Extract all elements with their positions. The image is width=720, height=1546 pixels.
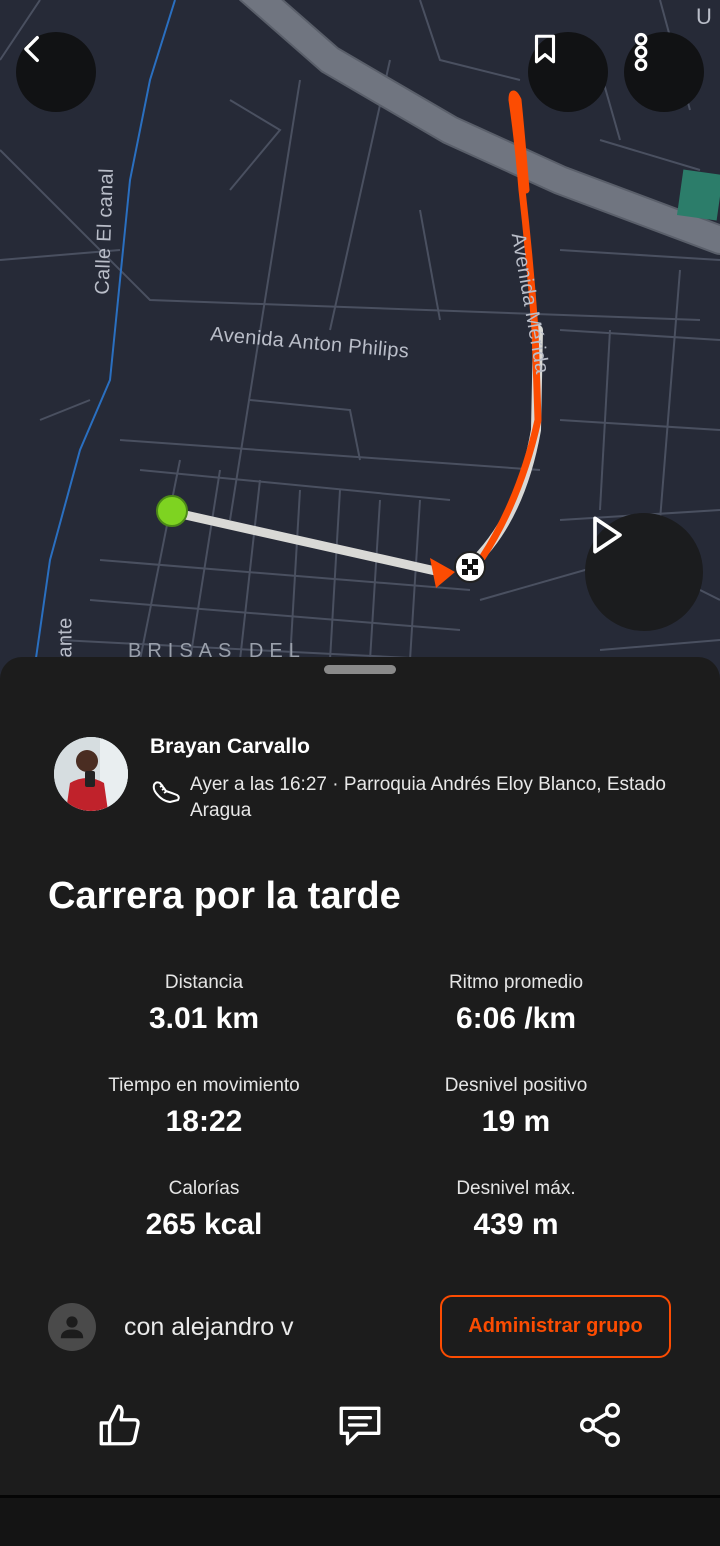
play-flyover-button[interactable] [585, 513, 703, 631]
stat-label: Desnivel máx. [456, 1178, 576, 1199]
map-label-calle-el-canal: Calle El canal [91, 167, 118, 296]
back-button[interactable] [16, 32, 96, 112]
bookmark-button[interactable] [528, 32, 608, 112]
route-map[interactable]: Calle El canal Avenida Anton Philips Ave… [0, 0, 720, 700]
stat-elevation-gain: Desnivel positivo 19 m [356, 1075, 676, 1139]
stat-value: 439 m [473, 1208, 559, 1241]
bookmark-icon [534, 34, 556, 64]
stat-value: 265 kcal [145, 1208, 263, 1241]
more-options-button[interactable] [624, 32, 704, 112]
stat-label: Calorías [168, 1178, 240, 1199]
stat-moving-time: Tiempo en movimiento 18:22 [44, 1075, 364, 1139]
activity-title: Carrera por la tarde [48, 875, 401, 917]
manage-group-button[interactable]: Administrar grupo [440, 1295, 671, 1358]
stat-distance: Distancia 3.01 km [44, 972, 364, 1036]
person-icon [60, 1316, 84, 1339]
athlete-avatar[interactable] [54, 737, 128, 811]
stat-label: Desnivel positivo [444, 1075, 588, 1096]
stat-value: 19 m [481, 1105, 551, 1138]
map-label-ante: ante [54, 617, 77, 658]
running-shoe-icon [152, 781, 180, 803]
stat-avg-pace: Ritmo promedio 6:06 /km [356, 972, 676, 1036]
stat-calories: Calorías 265 kcal [44, 1178, 364, 1242]
like-button[interactable] [92, 1397, 148, 1453]
stat-label: Distancia [164, 972, 244, 993]
map-label-corner: U [696, 4, 713, 29]
share-icon [580, 1402, 620, 1448]
stat-value: 3.01 km [148, 1002, 260, 1035]
comment-icon [339, 1406, 381, 1446]
activity-sheet: Brayan Carvallo Ayer a las 16:27 · Parro… [0, 657, 720, 1495]
group-avatar[interactable] [48, 1303, 96, 1351]
stat-value: 6:06 /km [455, 1002, 577, 1035]
stat-label: Tiempo en movimiento [108, 1075, 300, 1096]
comment-button[interactable] [332, 1397, 388, 1453]
athlete-name[interactable]: Brayan Carvallo [150, 735, 310, 759]
play-icon [593, 516, 622, 554]
share-button[interactable] [572, 1397, 628, 1453]
group-members-text[interactable]: con alejandro v [124, 1313, 294, 1342]
stat-max-elevation: Desnivel máx. 439 m [356, 1178, 676, 1242]
sheet-drag-handle[interactable] [324, 665, 396, 674]
activity-meta: Ayer a las 16:27 · Parroquia Andrés Eloy… [190, 774, 666, 821]
more-vertical-icon [634, 32, 648, 72]
chevron-left-icon [24, 35, 39, 63]
stat-value: 18:22 [165, 1105, 243, 1138]
bottom-bar [0, 1495, 720, 1546]
stat-label: Ritmo promedio [448, 972, 584, 993]
thumbs-up-icon [99, 1404, 140, 1446]
